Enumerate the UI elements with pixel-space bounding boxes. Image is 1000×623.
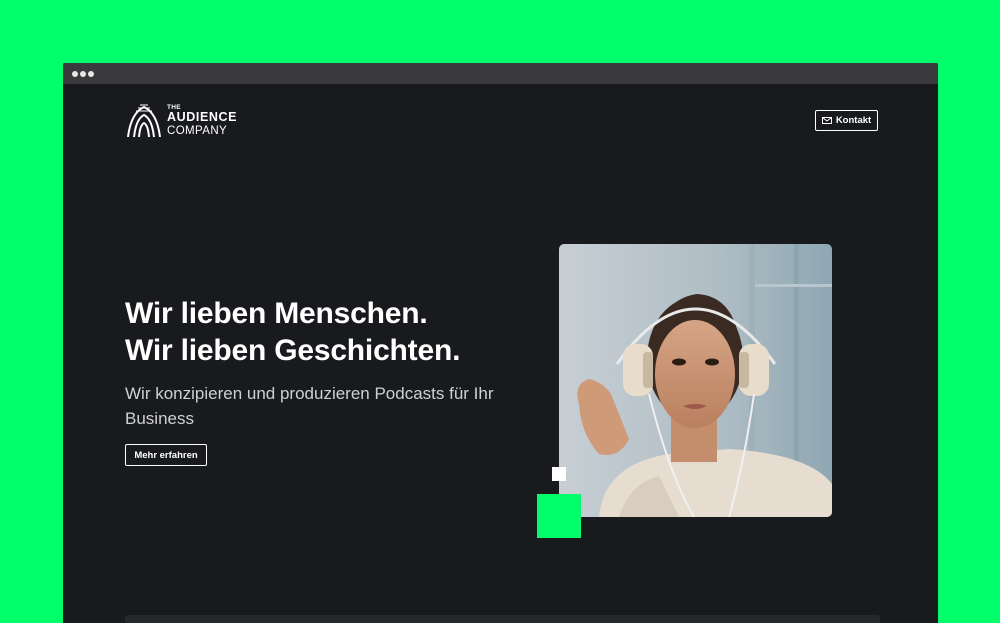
window-dot-icon[interactable] <box>80 71 86 77</box>
window-titlebar <box>63 63 938 84</box>
contact-label: Kontakt <box>835 115 872 126</box>
learn-more-button[interactable]: Mehr erfahren <box>125 444 207 466</box>
logo-text-audience: AUDIENCE <box>167 110 238 124</box>
window-dot-icon[interactable] <box>72 71 78 77</box>
mail-icon <box>821 117 832 124</box>
decor-square-green <box>537 494 581 538</box>
woman-headphones-image <box>559 244 832 517</box>
next-section-edge <box>125 615 880 623</box>
hero-headline: Wir lieben Menschen. Wir lieben Geschich… <box>125 295 460 369</box>
decor-square-white <box>552 467 566 481</box>
hero-photo <box>559 244 832 517</box>
window-dot-icon[interactable] <box>88 71 94 77</box>
browser-window: THE AUDIENCE COMPANY Kontakt Wir lieben … <box>63 63 938 623</box>
headline-line-1: Wir lieben Menschen. <box>125 297 428 330</box>
contact-button[interactable]: Kontakt <box>815 110 878 131</box>
logo-mark-icon <box>127 104 161 137</box>
hero-subtitle: Wir konzipieren und produzieren Podcasts… <box>125 384 494 428</box>
company-logo[interactable]: THE AUDIENCE COMPANY <box>125 103 255 139</box>
headline-line-2: Wir lieben Geschichten. <box>125 334 461 367</box>
logo-text-company: COMPANY <box>167 125 228 137</box>
